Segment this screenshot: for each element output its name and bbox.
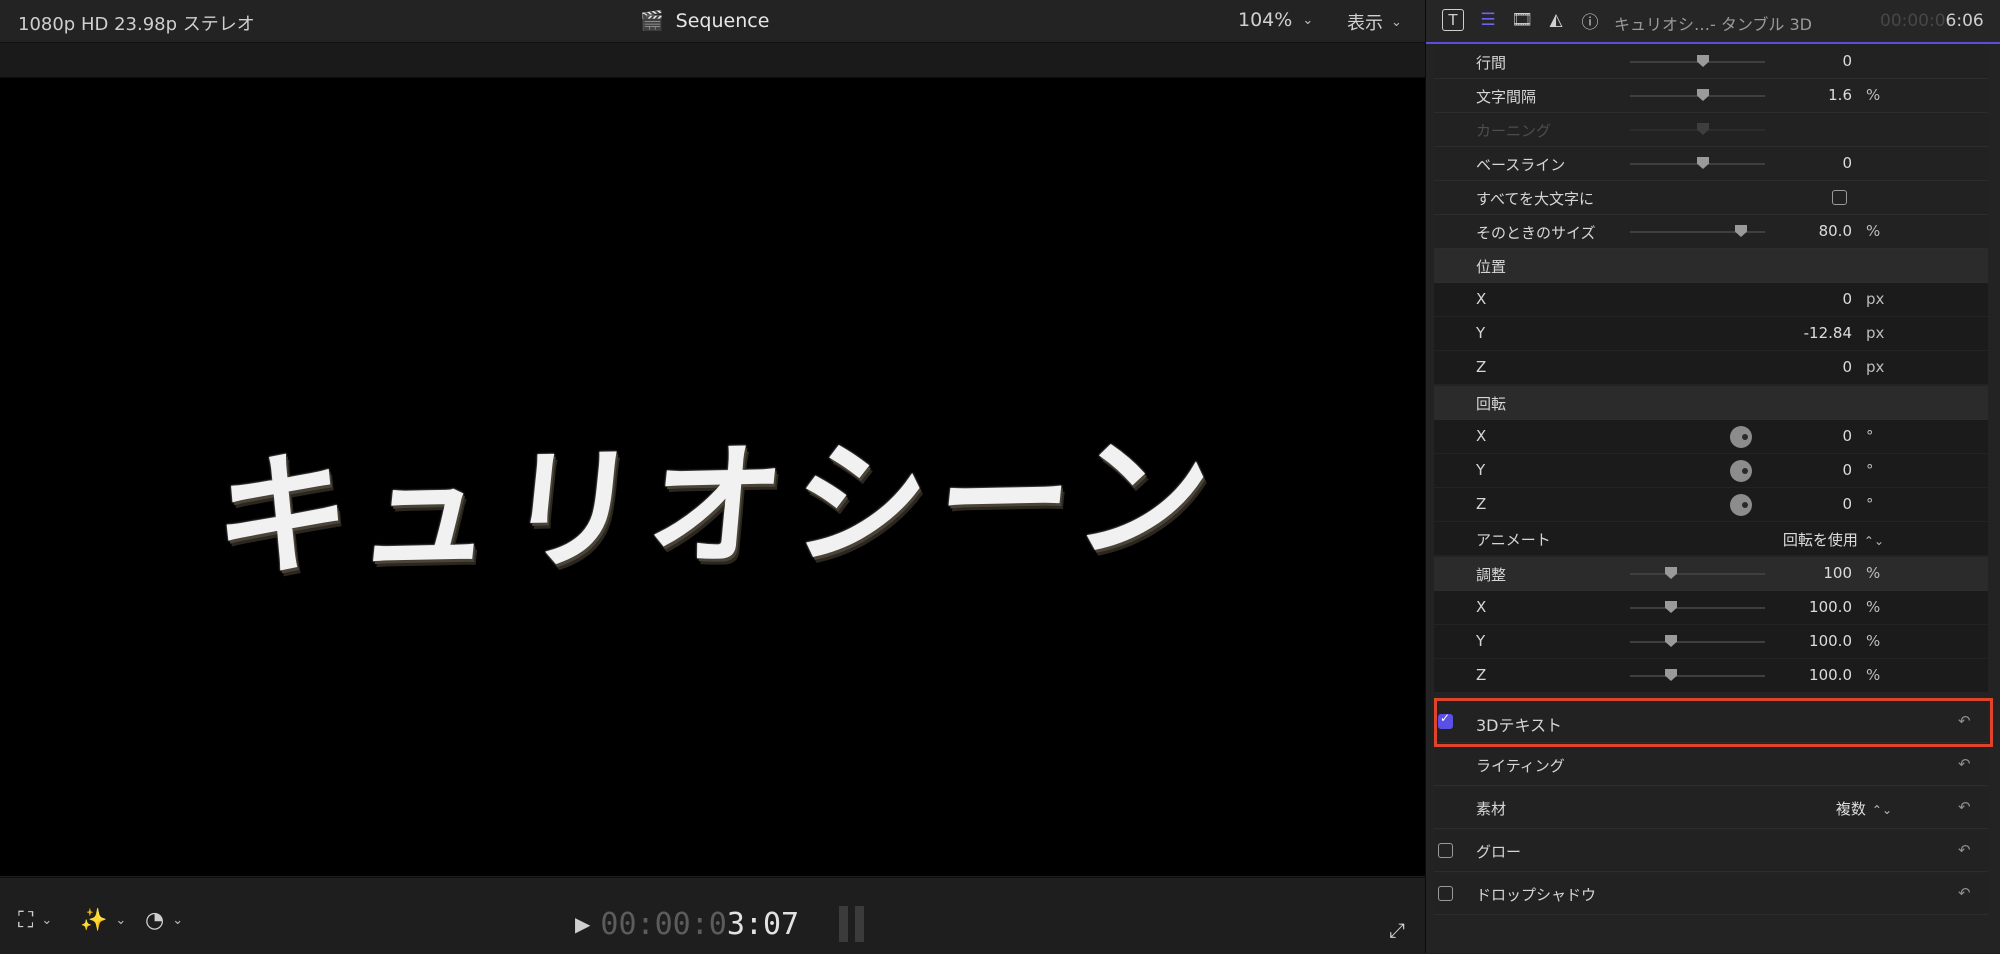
timecode-value: 3:07: [726, 906, 800, 942]
row-position-z: Z 0 px: [1434, 351, 1988, 384]
baseline-slider[interactable]: [1630, 163, 1765, 165]
reset-glow-icon[interactable]: ↶: [1958, 841, 1971, 859]
position-x-value[interactable]: 0: [1842, 290, 1852, 308]
row-material: 素材 複数 ⌃⌄ ↶: [1434, 788, 1988, 829]
view-menu[interactable]: 表示 ⌄: [1347, 9, 1402, 35]
position-z-value[interactable]: 0: [1842, 358, 1852, 376]
baseline-value[interactable]: 0: [1842, 154, 1852, 172]
row-scale-y: Y 100.0 %: [1434, 625, 1988, 658]
fullscreen-icon[interactable]: ⤢: [1389, 918, 1405, 942]
inspector-header: T ☰ 🎞 ◭ ⓘ キュリオシ…- タンブル 3D 00:00:06:06: [1426, 0, 2000, 44]
row-kerning: カーニング: [1434, 113, 1988, 147]
row-scale-x: X 100.0 %: [1434, 591, 1988, 624]
info-icon[interactable]: ⓘ: [1578, 9, 1602, 33]
chevron-down-icon: ⌄: [172, 913, 184, 928]
scale-x-slider[interactable]: [1630, 607, 1765, 609]
row-position-x: X 0 px: [1434, 283, 1988, 316]
transform-icon: ⛶: [18, 908, 34, 933]
timecode-prefix: 00:00:0: [600, 906, 727, 942]
chevron-down-icon: ⌄: [1302, 12, 1314, 28]
color-inspector-icon[interactable]: ◭: [1544, 9, 1568, 31]
text-inspector-icon[interactable]: T: [1442, 9, 1464, 31]
chevron-down-icon: ⌄: [1391, 14, 1402, 30]
rotation-z-value[interactable]: 0: [1842, 495, 1852, 513]
row-glow: グロー ↶: [1434, 831, 1988, 872]
viewer-sub-bar: [0, 43, 1425, 78]
rotation-x-dial[interactable]: [1730, 426, 1752, 448]
row-line-spacing: 行間 0: [1434, 45, 1988, 79]
row-scale-z: Z 100.0 %: [1434, 659, 1988, 692]
reset-material-icon[interactable]: ↶: [1958, 798, 1971, 816]
viewer-panel: 1080p HD 23.98p ステレオ 🎬 Sequence 104% ⌄ 表…: [0, 0, 1425, 954]
row-baseline: ベースライン 0: [1434, 147, 1988, 181]
row-rotation-x: X 0 °: [1434, 420, 1988, 453]
row-rotation-z: Z 0 °: [1434, 488, 1988, 521]
clip-duration: 00:00:06:06: [1880, 11, 1984, 31]
viewer-canvas[interactable]: キュリオシーン: [0, 78, 1425, 876]
position-y-value[interactable]: -12.84: [1804, 324, 1852, 342]
speedometer-icon: ◔: [145, 908, 165, 933]
caps-size-slider[interactable]: [1630, 231, 1765, 233]
chevron-down-icon: ⌄: [115, 913, 127, 928]
audio-meter: [839, 906, 865, 942]
scale-z-slider[interactable]: [1630, 675, 1765, 677]
row-animate: アニメート 回転を使用 ⌃⌄: [1434, 522, 1988, 555]
material-popup[interactable]: 複数 ⌃⌄: [1836, 798, 1892, 819]
row-caps-size: そのときのサイズ 80.0 %: [1434, 215, 1988, 249]
scale-y-slider[interactable]: [1630, 641, 1765, 643]
row-lighting: ライティング ↶: [1434, 745, 1988, 786]
reset-lighting-icon[interactable]: ↶: [1958, 755, 1971, 773]
retime-tool-menu[interactable]: ◔ ⌄: [145, 908, 183, 933]
sequence-title: 🎬 Sequence: [640, 9, 770, 33]
format-label: 1080p HD 23.98p ステレオ: [18, 14, 255, 35]
rotation-y-value[interactable]: 0: [1842, 461, 1852, 479]
row-position-y: Y -12.84 px: [1434, 317, 1988, 350]
video-inspector-icon[interactable]: 🎞: [1510, 9, 1534, 31]
play-icon[interactable]: ▶: [575, 912, 590, 936]
playback-controls: ▶ 00:00:0 3:07: [575, 906, 865, 942]
section-rotation: 回転: [1434, 386, 1988, 420]
clapper-icon: 🎬: [640, 10, 664, 32]
scale-x-value[interactable]: 100.0: [1809, 598, 1852, 616]
section-position: 位置: [1434, 249, 1988, 283]
row-rotation-y: Y 0 °: [1434, 454, 1988, 487]
highlight-box: [1434, 698, 1993, 747]
viewer-top-bar: 1080p HD 23.98p ステレオ 🎬 Sequence 104% ⌄ 表…: [0, 0, 1425, 43]
rotation-z-dial[interactable]: [1730, 494, 1752, 516]
animate-popup[interactable]: 回転を使用 ⌃⌄: [1783, 529, 1884, 550]
drop-shadow-checkbox[interactable]: [1438, 886, 1453, 901]
scale-z-value[interactable]: 100.0: [1809, 666, 1852, 684]
all-caps-checkbox[interactable]: [1832, 190, 1847, 205]
updown-icon: ⌃⌄: [1863, 534, 1884, 548]
tracking-value[interactable]: 1.6: [1828, 86, 1852, 104]
scale-value[interactable]: 100: [1823, 564, 1852, 582]
clip-title: キュリオシ…- タンブル 3D: [1614, 15, 1812, 34]
row-tracking: 文字間隔 1.6 %: [1434, 79, 1988, 113]
updown-icon: ⌃⌄: [1871, 803, 1892, 817]
zoom-menu[interactable]: 104% ⌄: [1238, 9, 1313, 31]
line-spacing-value[interactable]: 0: [1842, 52, 1852, 70]
transform-tool-menu[interactable]: ⛶ ⌄: [18, 908, 52, 933]
tracking-slider[interactable]: [1630, 95, 1765, 97]
chevron-down-icon: ⌄: [41, 913, 53, 928]
scale-slider[interactable]: [1630, 573, 1765, 575]
kerning-slider: [1630, 129, 1765, 131]
caps-size-value[interactable]: 80.0: [1819, 222, 1852, 240]
inspector-panel: T ☰ 🎞 ◭ ⓘ キュリオシ…- タンブル 3D 00:00:06:06 行間…: [1426, 0, 2000, 953]
rotation-x-value[interactable]: 0: [1842, 427, 1852, 445]
magic-wand-icon: ✨: [80, 908, 108, 933]
glow-checkbox[interactable]: [1438, 843, 1453, 858]
line-spacing-slider[interactable]: [1630, 61, 1765, 63]
scale-y-value[interactable]: 100.0: [1809, 632, 1852, 650]
row-all-caps: すべてを大文字に: [1434, 181, 1988, 215]
title-inspector-icon[interactable]: ☰: [1476, 9, 1500, 31]
canvas-3d-title[interactable]: キュリオシーン: [207, 388, 1230, 603]
rotation-y-dial[interactable]: [1730, 460, 1752, 482]
enhance-tool-menu[interactable]: ✨ ⌄: [80, 908, 126, 933]
reset-drop-shadow-icon[interactable]: ↶: [1958, 884, 1971, 902]
row-scale: 調整 100 %: [1434, 557, 1988, 591]
row-drop-shadow: ドロップシャドウ ↶: [1434, 874, 1988, 915]
